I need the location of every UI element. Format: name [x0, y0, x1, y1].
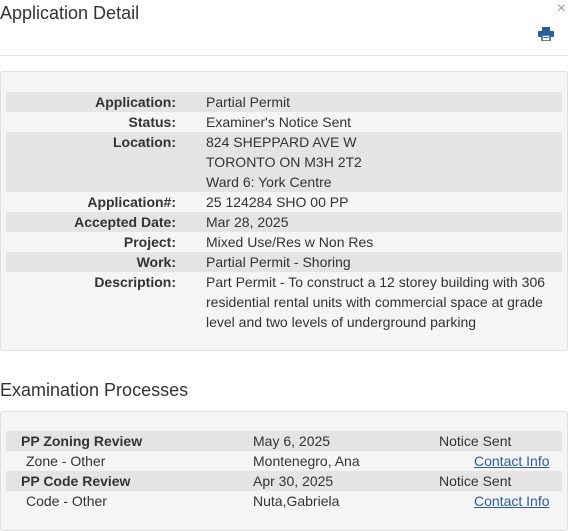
application-detail-panel: Application: Partial Permit Status: Exam…	[0, 71, 568, 351]
process-row: PP Zoning Review May 6, 2025 Notice Sent	[6, 431, 562, 451]
detail-row-accepted-date: Accepted Date: Mar 28, 2025	[6, 212, 562, 232]
application-number-label: Application#:	[87, 194, 176, 210]
accepted-date-value: Mar 28, 2025	[206, 214, 289, 230]
project-label: Project:	[123, 234, 176, 250]
process-examiner: Nuta,Gabriela	[253, 493, 340, 509]
status-value: Examiner's Notice Sent	[206, 114, 352, 130]
location-line: TORONTO ON M3H 2T2	[206, 154, 362, 170]
process-type: Code - Other	[26, 493, 107, 509]
process-date: May 6, 2025	[253, 433, 331, 449]
process-name: PP Zoning Review	[21, 433, 143, 449]
detail-row-location: Location: 824 SHEPPARD AVE W TORONTO ON …	[6, 132, 562, 192]
location-line: 824 SHEPPARD AVE W	[206, 134, 357, 150]
status-label: Status:	[128, 114, 176, 130]
accepted-date-label: Accepted Date:	[74, 214, 176, 230]
process-status: Notice Sent	[439, 473, 512, 489]
detail-row-status: Status: Examiner's Notice Sent	[6, 112, 562, 132]
process-status: Notice Sent	[439, 433, 512, 449]
project-value: Mixed Use/Res w Non Res	[206, 234, 374, 250]
location-label: Location:	[113, 134, 176, 150]
description-label: Description:	[94, 274, 176, 290]
work-label: Work:	[136, 254, 176, 270]
detail-row-project: Project: Mixed Use/Res w Non Res	[6, 232, 562, 252]
detail-row-application: Application: Partial Permit	[6, 92, 562, 112]
detail-row-work: Work: Partial Permit - Shoring	[6, 252, 562, 272]
application-label: Application:	[95, 94, 176, 110]
detail-row-description: Description: Part Permit - To construct …	[6, 272, 562, 332]
process-detail-row: Code - Other Nuta,Gabriela Contact Info	[6, 491, 562, 511]
application-value: Partial Permit	[206, 94, 291, 110]
process-row: PP Code Review Apr 30, 2025 Notice Sent	[6, 471, 562, 491]
work-value: Partial Permit - Shoring	[206, 254, 351, 270]
contact-info-link[interactable]: Contact Info	[474, 451, 550, 471]
examination-processes-panel: PP Zoning Review May 6, 2025 Notice Sent…	[0, 411, 568, 531]
location-line: Ward 6: York Centre	[206, 174, 332, 190]
header-divider	[0, 55, 568, 56]
application-number-value: 25 124284 SHO 00 PP	[206, 194, 349, 210]
process-type: Zone - Other	[26, 453, 106, 469]
process-detail-row: Zone - Other Montenegro, Ana Contact Inf…	[6, 451, 562, 471]
process-date: Apr 30, 2025	[253, 473, 334, 489]
location-value: 824 SHEPPARD AVE W TORONTO ON M3H 2T2 Wa…	[206, 132, 552, 192]
examination-processes-title: Examination Processes	[0, 380, 189, 400]
print-icon[interactable]	[538, 27, 554, 41]
process-name: PP Code Review	[21, 473, 131, 489]
page-title: Application Detail	[0, 3, 140, 23]
process-examiner: Montenegro, Ana	[253, 453, 360, 469]
close-button[interactable]: ×	[557, 0, 566, 18]
contact-info-link[interactable]: Contact Info	[474, 491, 550, 511]
description-value: Part Permit - To construct a 12 storey b…	[206, 274, 546, 330]
detail-row-application-number: Application#: 25 124284 SHO 00 PP	[6, 192, 562, 212]
